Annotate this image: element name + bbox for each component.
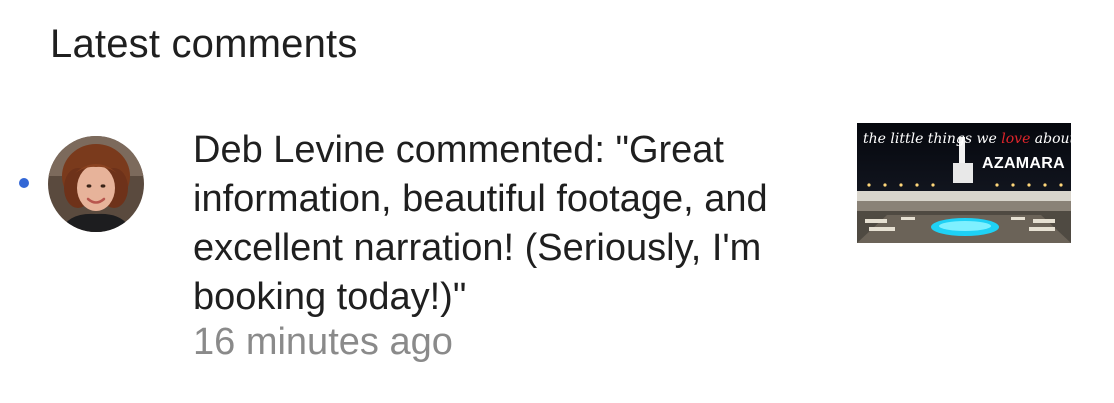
notification-item[interactable]: Deb Levine commented: "Great information…: [0, 120, 1114, 380]
avatar[interactable]: [48, 136, 144, 232]
notifications-page: Latest comments Deb Levine commented: "G…: [0, 0, 1114, 403]
user-avatar-icon: [48, 136, 144, 232]
notification-message: Deb Levine commented: "Great information…: [193, 129, 768, 318]
video-thumbnail[interactable]: the little things we love about AZAMARA: [857, 123, 1071, 243]
thumbnail-brand: AZAMARA: [982, 155, 1065, 172]
notification-timestamp: 16 minutes ago: [193, 321, 453, 363]
thumbnail-caption: the little things we love about: [863, 131, 1071, 147]
section-title: Latest comments: [50, 22, 358, 66]
unread-indicator-icon: [19, 178, 29, 188]
